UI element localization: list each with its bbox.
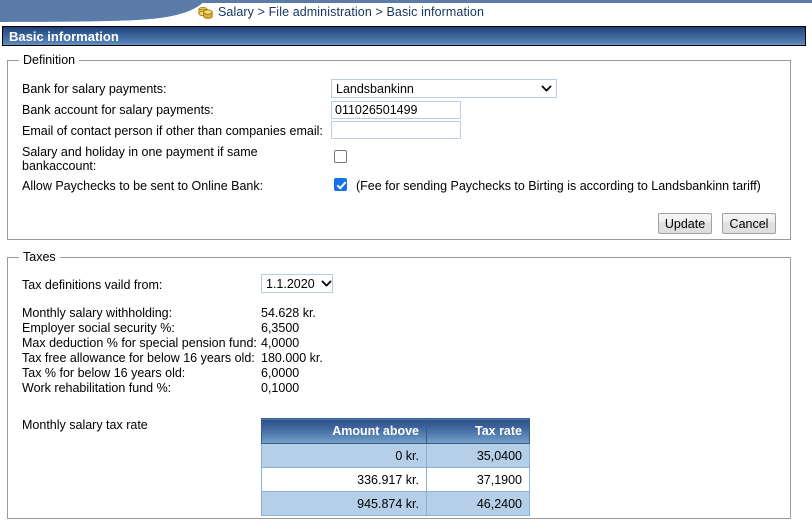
chevron-down-icon	[541, 83, 552, 94]
table-row: 336.917 kr. 37,1900	[261, 467, 530, 492]
bank-account-input[interactable]	[331, 101, 461, 119]
tax-info-label-5: Work rehabilitation fund %:	[22, 381, 172, 395]
definition-panel: Definition Bank for salary payments: Lan…	[7, 53, 791, 240]
cell-amount-above-2: 945.874 kr.	[261, 491, 427, 516]
valid-from-value: 1.1.2020	[266, 276, 315, 291]
taxes-panel: Taxes Tax definitions vaild from: 1.1.20…	[7, 250, 791, 519]
table-header-row: Amount above Tax rate	[261, 418, 530, 444]
tax-definitions-valid-from-label: Tax definitions vaild from:	[22, 278, 163, 292]
cancel-button[interactable]: Cancel	[722, 213, 776, 234]
tax-info-value-4: 6,0000	[261, 366, 300, 380]
breadcrumb: Salary > File administration > Basic inf…	[198, 2, 484, 22]
tax-info-label-0: Monthly salary withholding:	[22, 306, 173, 320]
cell-amount-above-0: 0 kr.	[261, 443, 427, 468]
tax-info-value-0: 54.628 kr.	[261, 306, 316, 320]
online-bank-checkbox[interactable]	[334, 178, 347, 191]
tax-info-value-3: 180.000 kr.	[261, 351, 323, 365]
one-payment-label-line1: Salary and holiday in one payment if sam…	[22, 145, 258, 159]
page-title-text: Basic information	[9, 28, 119, 44]
tax-info-value-2: 4,0000	[261, 336, 300, 350]
cell-tax-rate-1: 37,1900	[426, 467, 530, 492]
cell-tax-rate-2: 46,2400	[426, 491, 530, 516]
tax-info-label-2: Max deduction % for special pension fund…	[22, 336, 257, 350]
tax-info-label-4: Tax % for below 16 years old:	[22, 366, 186, 380]
update-button[interactable]: Update	[658, 213, 712, 234]
tax-info-label-1: Employer social security %:	[22, 321, 175, 335]
taxes-legend: Taxes	[19, 250, 60, 264]
cell-tax-rate-0: 35,0400	[426, 443, 530, 468]
contact-email-label: Email of contact person if other than co…	[22, 124, 323, 138]
definition-legend: Definition	[19, 53, 80, 67]
table-row: 0 kr. 35,0400	[261, 443, 530, 468]
table-header-amount-above: Amount above	[261, 418, 427, 444]
breadcrumb-text[interactable]: Salary > File administration > Basic inf…	[218, 5, 484, 19]
coins-icon	[198, 4, 213, 20]
tax-info-value-5: 0,1000	[261, 381, 300, 395]
bank-for-salary-payments-select[interactable]: Landsbankinn	[331, 79, 557, 98]
cell-amount-above-1: 336.917 kr.	[261, 467, 427, 492]
tax-info-value-1: 6,3500	[261, 321, 300, 335]
bank-account-label: Bank account for salary payments:	[22, 103, 214, 117]
tax-info-label-3: Tax free allowance for below 16 years ol…	[22, 351, 255, 365]
chevron-down-icon	[321, 278, 332, 289]
one-payment-checkbox[interactable]	[334, 150, 347, 163]
tax-definitions-valid-from-select[interactable]: 1.1.2020	[261, 274, 333, 293]
table-header-tax-rate: Tax rate	[426, 418, 530, 444]
page-title: Basic information	[2, 26, 806, 46]
contact-email-input[interactable]	[331, 121, 461, 139]
bank-select-value: Landsbankinn	[336, 81, 414, 96]
top-banner: Salary > File administration > Basic inf…	[0, 0, 812, 22]
online-bank-fee-note: (Fee for sending Paychecks to Birting is…	[356, 179, 761, 193]
one-payment-label-line2: bankaccount:	[22, 159, 97, 173]
bank-for-salary-payments-label: Bank for salary payments:	[22, 82, 167, 96]
table-row: 945.874 kr. 46,2400	[261, 491, 530, 516]
monthly-salary-tax-rate-table: Amount above Tax rate 0 kr. 35,0400 336.…	[261, 418, 530, 516]
online-bank-label: Allow Paychecks to be sent to Online Ban…	[22, 179, 264, 193]
monthly-salary-tax-rate-caption: Monthly salary tax rate	[22, 418, 148, 432]
